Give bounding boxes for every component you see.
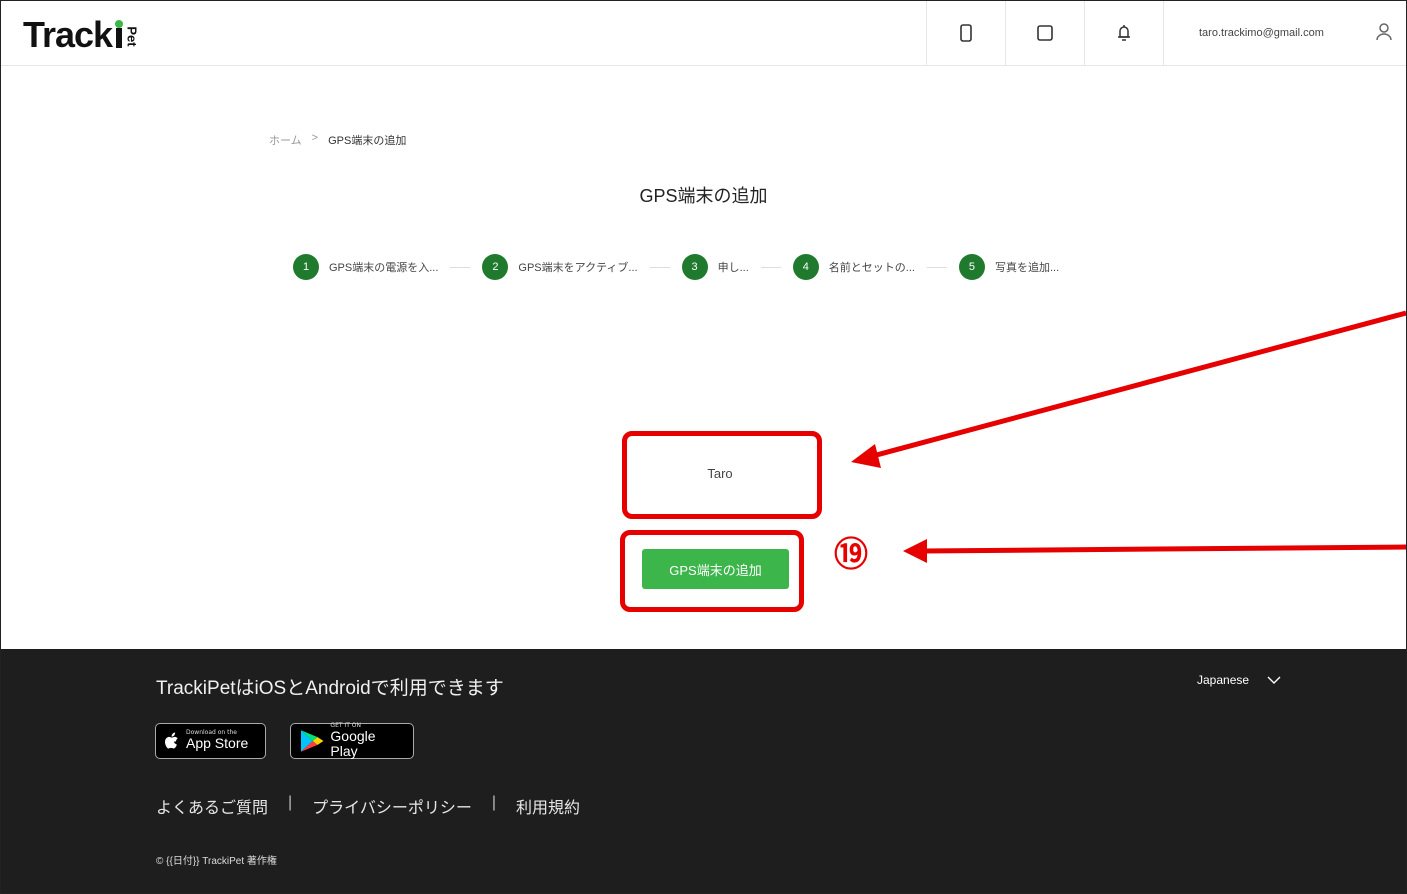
arrowhead-button xyxy=(903,539,927,563)
apple-icon xyxy=(165,732,178,749)
app-store-text: App Store xyxy=(186,735,249,752)
google-play-icon xyxy=(300,730,324,752)
link-separator: | xyxy=(288,794,293,811)
google-play-text: Google Play xyxy=(330,727,376,759)
language-label: Japanese xyxy=(1197,673,1250,687)
terms-link[interactable]: 利用規約 xyxy=(516,794,580,818)
footer: TrackiPetはiOSとAndroidで利用できます Japanese Do… xyxy=(1,649,1406,893)
app-store-badge[interactable]: Download on the App Store xyxy=(155,723,266,759)
annotation-arrows xyxy=(851,310,1406,563)
copyright-text: © {{日付}} TrackiPet 著作権 xyxy=(156,856,277,867)
arrow-to-name xyxy=(868,310,1406,460)
google-play-badge[interactable]: GET IT ON Google Play xyxy=(290,722,414,759)
arrow-to-button xyxy=(922,544,1406,554)
link-separator: | xyxy=(491,794,497,811)
footer-links: よくあるご質問 | プライバシーポリシー | 利用規約 xyxy=(156,794,580,818)
platform-availability-text: TrackiPetはiOSとAndroidで利用できます xyxy=(156,678,504,699)
faq-link[interactable]: よくあるご質問 xyxy=(156,794,268,818)
app-window: Track Pet taro.trackimo@gmail.com ホーム > … xyxy=(0,0,1407,894)
arrowhead-name xyxy=(851,444,881,468)
privacy-policy-link[interactable]: プライバシーポリシー xyxy=(312,794,472,818)
chevron-down-icon xyxy=(1267,676,1281,684)
language-selector[interactable]: Japanese xyxy=(1197,673,1281,687)
